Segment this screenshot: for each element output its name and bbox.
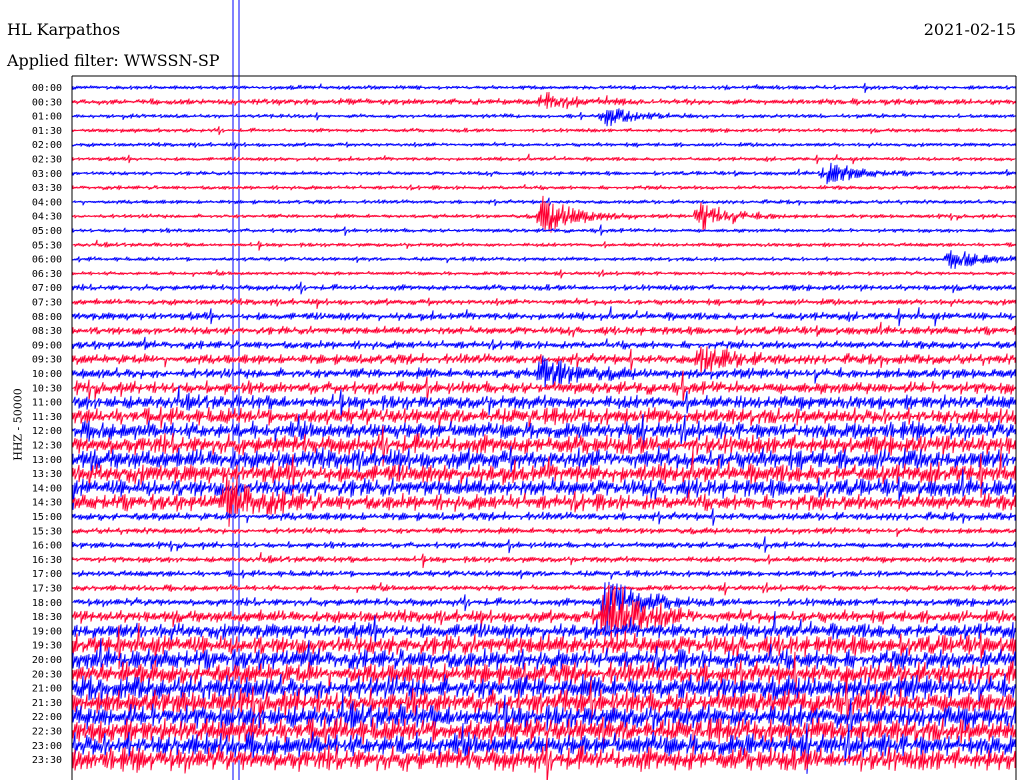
time-label: 09:00 [32, 340, 62, 351]
trace-line [72, 108, 1016, 127]
time-label: 21:00 [32, 684, 62, 695]
trace-line [72, 306, 1016, 327]
time-label: 04:00 [32, 197, 62, 208]
time-label: 04:30 [32, 212, 62, 223]
time-label: 05:00 [32, 226, 62, 237]
time-label: 13:00 [32, 455, 62, 466]
trace-line [72, 281, 1016, 295]
time-label: 07:30 [32, 298, 62, 309]
trace-line [72, 162, 1016, 185]
trace-line [72, 297, 1016, 309]
time-label: 17:30 [32, 584, 62, 595]
trace-line [72, 508, 1016, 526]
seismogram-plot: 00:00 00:30 01:00 01:30 02:00 02:30 03:00 03:30… [32, 0, 1017, 780]
time-label: 05:30 [32, 240, 62, 251]
trace-line [72, 184, 1016, 191]
time-label: 02:30 [32, 155, 62, 166]
time-label: 22:00 [32, 712, 62, 723]
time-label: 19:00 [32, 626, 62, 637]
time-label: 03:30 [32, 183, 62, 194]
trace-line [72, 224, 1016, 236]
time-label: 20:30 [32, 669, 62, 680]
time-label: 21:30 [32, 698, 62, 709]
time-labels: 00:00 00:30 01:00 01:30 02:00 02:30 03:00 03:30… [32, 83, 62, 766]
time-label: 10:30 [32, 383, 62, 394]
time-label: 12:30 [32, 441, 62, 452]
time-label: 16:30 [32, 555, 62, 566]
time-label: 00:30 [32, 97, 62, 108]
time-label: 11:00 [32, 398, 62, 409]
time-label: 08:00 [32, 312, 62, 323]
time-label: 13:30 [32, 469, 62, 480]
trace-line [72, 250, 1016, 269]
time-label: 01:30 [32, 126, 62, 137]
time-label: 08:30 [32, 326, 62, 337]
trace-line [72, 584, 1016, 648]
time-label: 06:00 [32, 255, 62, 266]
time-label: 14:30 [32, 498, 62, 509]
trace-line [72, 336, 1016, 351]
trace-layer [72, 82, 1016, 780]
time-label: 09:30 [32, 355, 62, 366]
trace-line [72, 126, 1016, 136]
time-label: 20:00 [32, 655, 62, 666]
time-label: 12:00 [32, 426, 62, 437]
trace-line [72, 526, 1016, 538]
trace-line [72, 91, 1016, 110]
trace-line [72, 82, 1016, 94]
time-label: 17:00 [32, 569, 62, 580]
time-label: 19:30 [32, 641, 62, 652]
time-label: 15:30 [32, 526, 62, 537]
time-label: 14:00 [32, 483, 62, 494]
time-label: 07:00 [32, 283, 62, 294]
trace-line [72, 269, 1016, 279]
time-label: 11:30 [32, 412, 62, 423]
trace-line [72, 406, 1016, 432]
trace-line [72, 536, 1016, 554]
trace-line [72, 141, 1016, 150]
time-label: 00:00 [32, 83, 62, 94]
time-label: 06:30 [32, 269, 62, 280]
trace-line [72, 321, 1016, 338]
time-label: 23:00 [32, 741, 62, 752]
time-label: 15:00 [32, 512, 62, 523]
trace-line [72, 197, 1016, 207]
time-label: 22:30 [32, 727, 62, 738]
trace-line [72, 582, 1016, 596]
time-label: 23:30 [32, 755, 62, 766]
time-label: 02:00 [32, 140, 62, 151]
time-label: 03:00 [32, 169, 62, 180]
time-label: 18:00 [32, 598, 62, 609]
trace-line [72, 239, 1016, 251]
time-label: 18:30 [32, 612, 62, 623]
trace-line [72, 673, 1016, 712]
time-label: 16:00 [32, 541, 62, 552]
trace-line [72, 638, 1016, 673]
trace-line [72, 569, 1016, 580]
trace-line [72, 668, 1016, 734]
trace-line [72, 581, 1016, 634]
time-label: 01:00 [32, 112, 62, 123]
trace-line [72, 153, 1016, 165]
time-label: 10:00 [32, 369, 62, 380]
trace-line [72, 552, 1016, 569]
